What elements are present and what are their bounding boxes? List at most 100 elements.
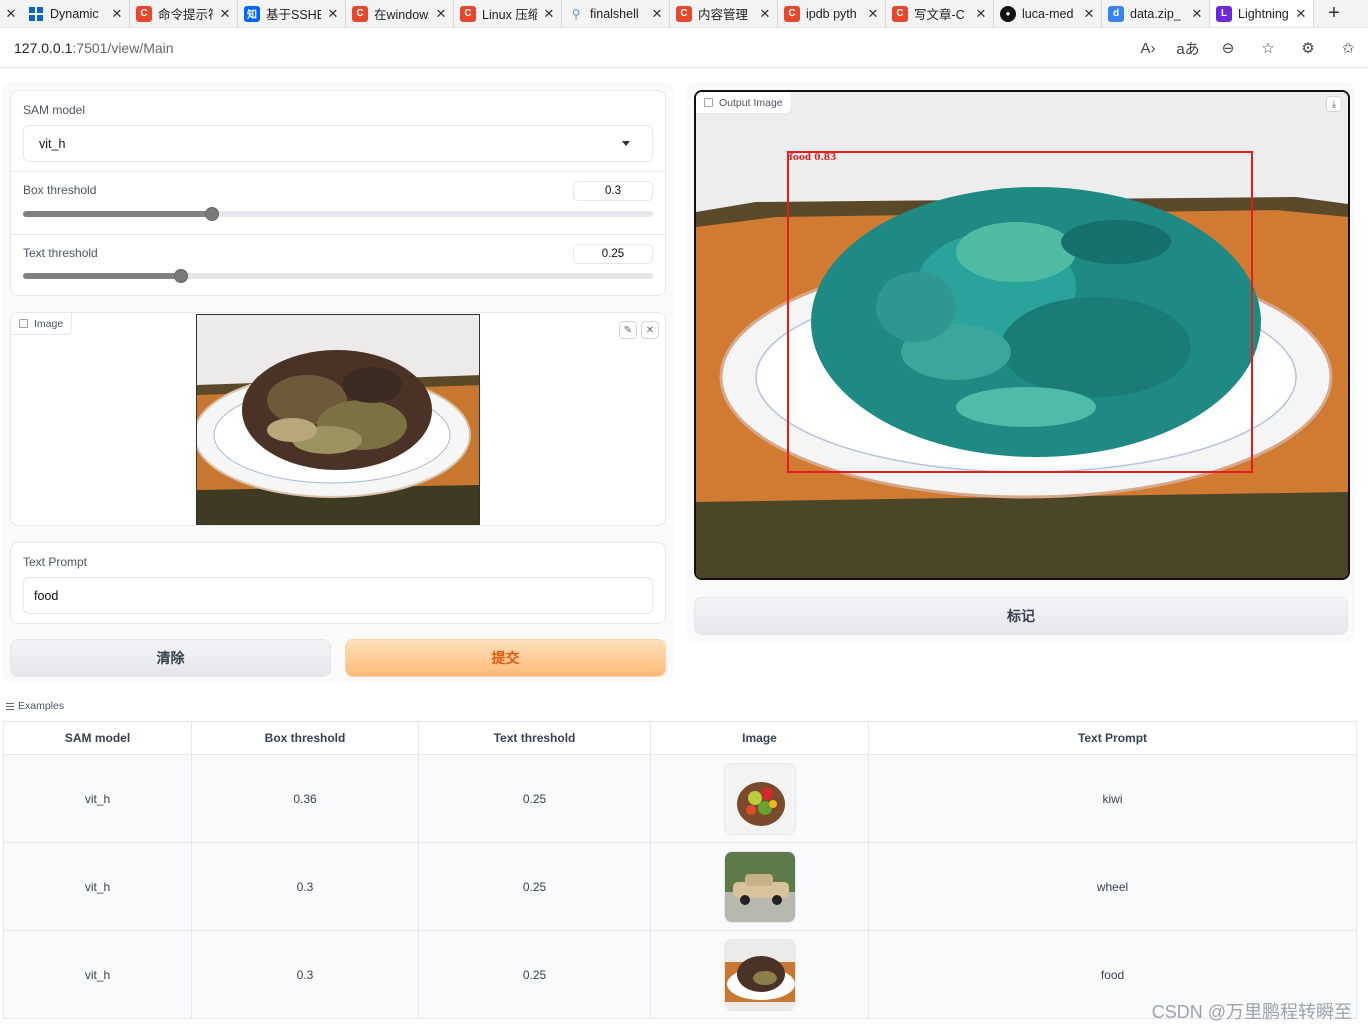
- close-icon[interactable]: ✕: [867, 6, 879, 22]
- close-icon[interactable]: ✕: [327, 6, 339, 22]
- address-bar[interactable]: 127.0.0.1:7501/view/Main A› aあ ⊖ ☆ ⚙ ✩: [0, 28, 1368, 68]
- box-threshold-row: Box threshold 0.3: [11, 171, 665, 234]
- box-threshold-thumb[interactable]: [205, 207, 219, 221]
- site-favicon-icon: C: [352, 5, 368, 22]
- read-aloud-icon[interactable]: A›: [1128, 40, 1168, 57]
- tab-title: Dynamic: [50, 6, 99, 21]
- image-label: Image: [34, 317, 64, 330]
- cell-text: 0.25: [418, 930, 651, 1019]
- windows-logo-icon: [28, 6, 44, 22]
- close-icon[interactable]: ✕: [641, 321, 659, 339]
- examples-label: Examples: [6, 700, 64, 712]
- tab-title: 基于SSHE: [266, 8, 321, 22]
- sam-model-dropdown[interactable]: vit_h: [23, 125, 653, 162]
- mark-button[interactable]: 标记: [694, 597, 1348, 635]
- sam-model-row: SAM model vit_h: [11, 91, 665, 171]
- text-prompt-input[interactable]: food: [23, 577, 653, 614]
- image-icon: [704, 98, 713, 107]
- watermark-text: CSDN @万里鹏程转瞬至: [1151, 1002, 1352, 1022]
- examples-table: SAM model Box threshold Text threshold I…: [3, 721, 1357, 1019]
- header-sam-model: SAM model: [3, 721, 192, 755]
- header-text-prompt: Text Prompt: [868, 721, 1357, 755]
- box-threshold-slider[interactable]: [23, 207, 653, 221]
- extensions-icon[interactable]: ⚙: [1288, 39, 1328, 57]
- text-threshold-slider[interactable]: [23, 269, 653, 283]
- cell-model: vit_h: [3, 930, 192, 1019]
- close-icon[interactable]: ✕: [111, 6, 123, 22]
- table-row[interactable]: vit_h 0.3 0.25 wheel: [3, 842, 1357, 931]
- list-icon: [6, 702, 14, 710]
- input-image[interactable]: [196, 314, 480, 525]
- box-threshold-label: Box threshold: [23, 183, 97, 197]
- close-icon[interactable]: ✕: [1295, 6, 1307, 22]
- text-threshold-input[interactable]: 0.25: [573, 244, 653, 264]
- cell-text: 0.25: [418, 754, 651, 843]
- example-thumbnail[interactable]: [723, 850, 796, 923]
- box-threshold-fill: [23, 211, 212, 217]
- browser-tab[interactable]: C 在windows ✕: [346, 0, 454, 27]
- browser-tab[interactable]: Dynamic ✕: [22, 0, 130, 27]
- zoom-out-icon[interactable]: ⊖: [1208, 39, 1248, 57]
- close-icon[interactable]: ✕: [759, 6, 771, 22]
- sam-model-value: vit_h: [39, 137, 66, 151]
- browser-tab[interactable]: L Lightning ✕: [1210, 0, 1314, 27]
- input-panel: SAM model vit_h Box threshold 0.3 Text t…: [3, 82, 673, 682]
- close-icon[interactable]: ✕: [1083, 6, 1095, 22]
- cell-model: vit_h: [3, 842, 192, 931]
- url-text[interactable]: 127.0.0.1:7501/view/Main: [14, 40, 174, 56]
- close-icon[interactable]: ✕: [975, 6, 987, 22]
- translate-icon[interactable]: aあ: [1168, 38, 1208, 59]
- site-favicon-icon: C: [676, 5, 692, 22]
- github-icon: ●: [1000, 5, 1016, 22]
- close-icon[interactable]: ✕: [435, 6, 447, 22]
- header-image: Image: [650, 721, 869, 755]
- close-icon[interactable]: ✕: [543, 6, 555, 22]
- browser-tab[interactable]: C Linux 压缩 ✕: [454, 0, 562, 27]
- tab-title: Linux 压缩: [482, 8, 537, 22]
- text-prompt-value: food: [34, 589, 59, 603]
- cell-prompt: wheel: [868, 842, 1357, 931]
- close-icon[interactable]: ✕: [1191, 6, 1203, 22]
- browser-tab[interactable]: d data.zip_ ✕: [1102, 0, 1210, 27]
- box-threshold-input[interactable]: 0.3: [573, 181, 653, 201]
- cell-text: 0.25: [418, 842, 651, 931]
- cell-image: [650, 842, 869, 931]
- close-icon[interactable]: ✕: [219, 6, 231, 22]
- header-text-threshold: Text threshold: [418, 721, 651, 755]
- text-threshold-thumb[interactable]: [174, 269, 188, 283]
- edit-icon[interactable]: ✎: [619, 321, 637, 339]
- browser-tab[interactable]: C 内容管理 ✕: [670, 0, 778, 27]
- browser-tab[interactable]: Cipdb pyth ✕: [778, 0, 886, 27]
- site-favicon-icon: C: [784, 5, 800, 22]
- close-icon[interactable]: ✕: [651, 6, 663, 22]
- favorite-star-icon[interactable]: ☆: [1248, 39, 1288, 57]
- examples-header-row: SAM model Box threshold Text threshold I…: [3, 721, 1357, 755]
- submit-button[interactable]: 提交: [345, 639, 666, 677]
- output-label: Output Image: [719, 96, 783, 109]
- browser-tab[interactable]: ⚲ finalshell ✕: [562, 0, 670, 27]
- favorites-icon[interactable]: ✩: [1328, 39, 1368, 57]
- close-icon[interactable]: ✕: [0, 0, 22, 27]
- site-favicon-icon: 知: [244, 5, 260, 22]
- header-box-threshold: Box threshold: [191, 721, 419, 755]
- browser-tab[interactable]: C 命令提示符 ✕: [130, 0, 238, 27]
- new-tab-button[interactable]: +: [1314, 0, 1354, 27]
- example-thumbnail[interactable]: [723, 762, 796, 835]
- text-prompt-block: Text Prompt food: [10, 542, 666, 624]
- download-icon[interactable]: ⤓: [1326, 96, 1342, 112]
- image-input-block[interactable]: Image ✎ ✕: [10, 312, 666, 526]
- table-row[interactable]: vit_h 0.36 0.25 kiwi: [3, 754, 1357, 843]
- cell-box: 0.3: [191, 842, 419, 931]
- clear-button[interactable]: 清除: [10, 639, 331, 677]
- browser-tab[interactable]: 知基于SSHE ✕: [238, 0, 346, 27]
- browser-tab[interactable]: ● luca-med ✕: [994, 0, 1102, 27]
- site-favicon-icon: C: [460, 5, 476, 22]
- example-thumbnail[interactable]: [723, 938, 796, 1011]
- browser-tab[interactable]: C 写文章-C ✕: [886, 0, 994, 27]
- site-favicon-icon: C: [136, 5, 152, 22]
- tab-title: ipdb pyth: [806, 6, 857, 21]
- image-label-chip: Image: [11, 313, 73, 335]
- tab-title: finalshell: [590, 6, 639, 21]
- settings-block: SAM model vit_h Box threshold 0.3 Text t…: [10, 90, 666, 296]
- site-favicon-icon: L: [1216, 5, 1232, 22]
